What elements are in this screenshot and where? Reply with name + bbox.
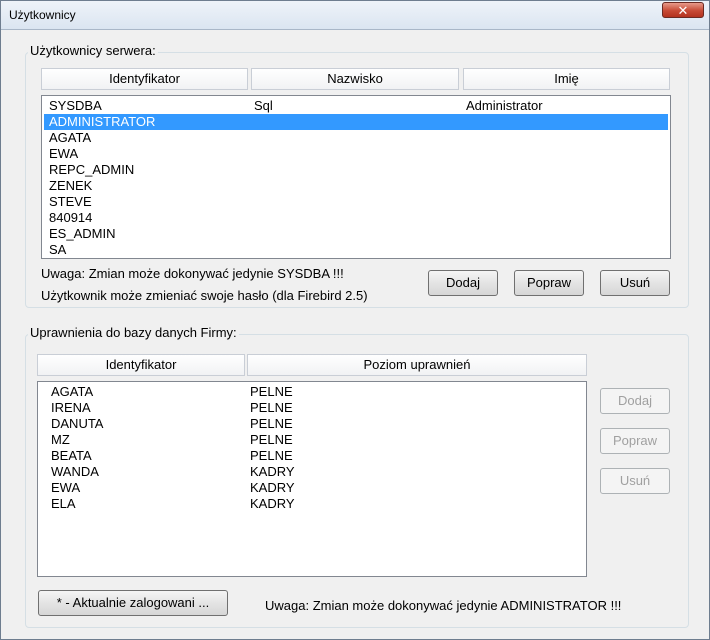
server-user-row[interactable]: ZENEK: [44, 178, 668, 194]
permission-identifier: MZ: [51, 432, 70, 447]
permission-row[interactable]: WANDA KADRY: [40, 464, 584, 480]
add-user-button[interactable]: Dodaj: [428, 270, 498, 296]
administrator-note: Uwaga: Zmian może dokonywać jedynie ADMI…: [265, 598, 622, 613]
permission-level: KADRY: [250, 464, 295, 479]
db-permissions-list[interactable]: AGATA PELNE IRENA PELNE DANUTA PELNE MZ PELNE BE…: [37, 381, 587, 577]
server-user-row[interactable]: SA: [44, 242, 668, 258]
column-header-surname[interactable]: Nazwisko: [251, 68, 459, 90]
user-identifier: 840914: [49, 210, 93, 225]
permission-identifier: WANDA: [51, 464, 99, 479]
close-button[interactable]: ✕: [662, 2, 704, 18]
user-identifier: ZENEK: [49, 178, 93, 193]
server-user-row[interactable]: ES_ADMIN: [44, 226, 668, 242]
user-identifier: SYSDBA: [49, 98, 102, 113]
server-user-row[interactable]: ADMINISTRATOR: [44, 114, 668, 130]
sysdba-note: Uwaga: Zmian może dokonywać jedynie SYSD…: [41, 266, 344, 281]
permission-row[interactable]: MZ PELNE: [40, 432, 584, 448]
server-users-group-label: Użytkownicy serwera:: [28, 43, 158, 58]
user-identifier: ADMINISTRATOR: [49, 114, 156, 129]
perm-column-header-identifier[interactable]: Identyfikator: [37, 354, 245, 376]
permission-identifier: DANUTA: [51, 416, 104, 431]
delete-permission-button[interactable]: Usuń: [600, 468, 670, 494]
permission-identifier: EWA: [51, 480, 81, 495]
permission-level: PELNE: [250, 432, 293, 447]
permission-identifier: BEATA: [51, 448, 92, 463]
user-first-name: Administrator: [466, 98, 543, 113]
server-user-row[interactable]: REPC_ADMIN: [44, 162, 668, 178]
server-user-row[interactable]: STEVE: [44, 194, 668, 210]
server-user-row[interactable]: EWA: [44, 146, 668, 162]
permission-level: KADRY: [250, 496, 295, 511]
user-identifier: STEVE: [49, 194, 92, 209]
permission-level: PELNE: [250, 416, 293, 431]
permission-row[interactable]: BEATA PELNE: [40, 448, 584, 464]
permission-level: KADRY: [250, 480, 295, 495]
server-users-list[interactable]: SYSDBA Sql Administrator ADMINISTRATOR AGATA…: [41, 95, 671, 259]
db-permissions-group-label: Uprawnienia do bazy danych Firmy:: [28, 325, 239, 340]
server-user-row[interactable]: AGATA: [44, 130, 668, 146]
permission-identifier: ELA: [51, 496, 76, 511]
edit-user-button[interactable]: Popraw: [514, 270, 584, 296]
users-dialog: Użytkownicy ✕ Użytkownicy serwera: Ident…: [0, 0, 710, 640]
server-user-row[interactable]: SYSDBA Sql Administrator: [44, 98, 668, 114]
logged-in-users-button[interactable]: * - Aktualnie zalogowani ...: [38, 590, 228, 616]
password-note: Użytkownik może zmieniać swoje hasło (dl…: [41, 288, 368, 303]
server-user-row[interactable]: 840914: [44, 210, 668, 226]
permission-identifier: IRENA: [51, 400, 91, 415]
edit-permission-button[interactable]: Popraw: [600, 428, 670, 454]
permission-identifier: AGATA: [51, 384, 94, 399]
window-title: Użytkownicy: [9, 8, 76, 22]
add-permission-button[interactable]: Dodaj: [600, 388, 670, 414]
title-bar[interactable]: Użytkownicy ✕: [1, 1, 709, 30]
delete-user-button[interactable]: Usuń: [600, 270, 670, 296]
user-identifier: EWA: [49, 146, 79, 161]
permission-level: PELNE: [250, 448, 293, 463]
user-identifier: REPC_ADMIN: [49, 162, 135, 177]
user-identifier: ES_ADMIN: [49, 226, 116, 241]
user-identifier: SA: [49, 242, 67, 257]
column-header-identifier[interactable]: Identyfikator: [41, 68, 248, 90]
permission-row[interactable]: EWA KADRY: [40, 480, 584, 496]
permission-row[interactable]: ELA KADRY: [40, 496, 584, 512]
column-header-first-name[interactable]: Imię: [463, 68, 670, 90]
permission-row[interactable]: AGATA PELNE: [40, 384, 584, 400]
permission-level: PELNE: [250, 400, 293, 415]
permission-row[interactable]: DANUTA PELNE: [40, 416, 584, 432]
permission-row[interactable]: IRENA PELNE: [40, 400, 584, 416]
perm-column-header-level[interactable]: Poziom uprawnień: [247, 354, 587, 376]
permission-level: PELNE: [250, 384, 293, 399]
user-identifier: AGATA: [49, 130, 92, 145]
user-surname: Sql: [254, 98, 273, 113]
